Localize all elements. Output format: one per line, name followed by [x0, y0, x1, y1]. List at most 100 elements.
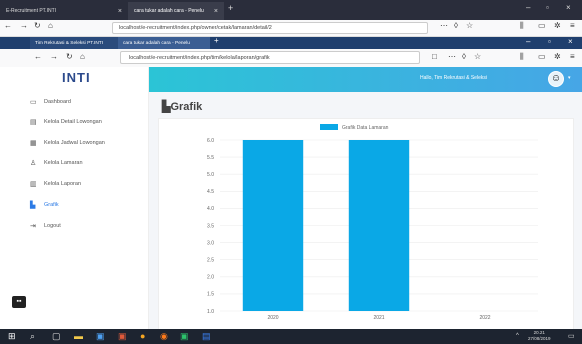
close-icon[interactable]: × [118, 8, 122, 15]
clock-date: 27/08/2019 [528, 336, 551, 341]
app-badge-icon[interactable]: ▪▪ [12, 296, 26, 308]
extension-icon[interactable]: ✲ [554, 21, 561, 30]
file-explorer-icon[interactable]: ▬ [74, 331, 83, 341]
system-clock[interactable]: 20.21 27/08/2019 [528, 330, 551, 342]
y-tick-label: 4.0 [207, 206, 214, 212]
x-tick-label: 2021 [373, 315, 384, 321]
y-tick-label: 2.5 [207, 258, 214, 264]
word-icon[interactable]: ▤ [202, 331, 211, 342]
y-tick-label: 5.0 [207, 172, 214, 178]
pocket-icon[interactable]: ◊ [462, 52, 466, 61]
inner-tab-search[interactable]: cara tukar adalah cara - Penelu [118, 37, 210, 49]
top-header [149, 67, 582, 92]
tab-title: cara tukar adalah cara - Penelu [123, 40, 190, 46]
minimize-icon[interactable]: – [526, 3, 530, 12]
search-icon[interactable]: ⌕ [30, 331, 35, 342]
sidebar-item-dashboard[interactable]: ▭ Dashboard [30, 96, 71, 108]
y-tick-label: 5.5 [207, 155, 214, 161]
outer-tab-search[interactable]: cara tukar adalah cara - Penelu × [128, 2, 224, 20]
legend-swatch [320, 124, 338, 130]
notification-icon[interactable]: ▭ [568, 332, 575, 340]
pocket-icon[interactable]: ◊ [454, 21, 458, 30]
page-title-text: Grafik [170, 101, 203, 113]
back-icon[interactable]: ← [34, 52, 42, 61]
app-green-icon[interactable]: ▣ [180, 331, 189, 342]
chevron-down-icon[interactable]: ▾ [568, 75, 571, 81]
inner-url-bar[interactable]: localhost/e-recruitment/index.php/tim/ke… [120, 51, 420, 64]
file-icon: ▤ [30, 119, 37, 126]
page-title: ▙Grafik [162, 100, 202, 113]
new-tab-icon[interactable]: + [228, 3, 233, 13]
reader-icon[interactable]: □ [432, 52, 437, 61]
library-icon[interactable]: ⫼ [520, 21, 524, 31]
close-window-icon[interactable]: × [566, 3, 571, 12]
minimize-icon[interactable]: – [526, 37, 530, 46]
hamburger-menu-icon[interactable]: ≡ [570, 52, 575, 61]
url-text: localhost/e-recruitment/index.php/owner/… [119, 25, 272, 31]
y-tick-label: 1.0 [207, 309, 214, 315]
outer-url-bar[interactable]: localhost/e-recruitment/index.php/owner/… [112, 22, 428, 34]
x-tick-label: 2020 [267, 315, 278, 321]
home-icon[interactable]: ⌂ [48, 21, 53, 30]
user-greeting[interactable]: Hallo, Tim Rekrutasi & Seleksi [420, 75, 487, 81]
sidebar-item-grafik[interactable]: ▙ Grafik [30, 199, 59, 211]
extension-icon[interactable]: ✲ [554, 52, 561, 61]
sidebar-item-label: Kelola Detail Lowongan [44, 119, 102, 125]
chart-bar [348, 140, 410, 311]
photoshop-icon[interactable]: ▣ [96, 331, 105, 342]
sidebar-item-kelola-laporan[interactable]: ▥ Kelola Laporan [30, 178, 81, 190]
bookmark-star-icon[interactable]: ☆ [474, 52, 481, 61]
maximize-icon[interactable]: ▫ [548, 37, 551, 46]
monitor-icon: ▭ [30, 99, 37, 106]
sidebar-item-kelola-lamaran[interactable]: ♙ Kelola Lamaran [30, 157, 83, 169]
bookmark-star-icon[interactable]: ☆ [466, 21, 473, 30]
y-tick-label: 1.5 [207, 292, 214, 298]
inner-tab-tim[interactable]: Tim Rekrutasi & Seleksi PT.INTI [30, 37, 118, 49]
windows-start-icon[interactable]: ⊞ [8, 331, 16, 342]
hamburger-menu-icon[interactable]: ≡ [570, 21, 575, 30]
close-icon[interactable]: × [214, 8, 218, 15]
app-logo[interactable]: INTI [62, 70, 91, 85]
menu-dots-icon[interactable]: ⋯ [448, 52, 456, 61]
x-tick-label: 2022 [479, 315, 490, 321]
back-icon[interactable]: ← [4, 21, 12, 30]
sidebar-item-label: Logout [44, 223, 61, 229]
sidebar-item-kelola-jadwal-lowongan[interactable]: ▦ Kelola Jadwal Lowongan [30, 137, 105, 149]
avatar[interactable]: ☺ [548, 71, 564, 87]
sidebar-icon[interactable]: ▭ [538, 21, 546, 30]
app-icon[interactable]: ▣ [118, 331, 127, 342]
outer-tab-erecruitment[interactable]: E-Recruitment PT.INTI × [0, 2, 128, 20]
maximize-icon[interactable]: ▫ [546, 3, 549, 12]
forward-icon[interactable]: → [50, 52, 58, 61]
tab-title: cara tukar adalah cara - Penelu [134, 8, 204, 14]
chrome-icon[interactable]: ● [140, 331, 145, 341]
reload-icon[interactable]: ↻ [66, 52, 73, 61]
person-icon: ♙ [30, 160, 37, 167]
taskbar [0, 329, 582, 344]
bar-chart: 1.0 1.5 2.0 2.5 3.0 3.5 4.0 4.5 5.0 5.5 6.0 2020 202… [207, 124, 538, 321]
close-window-icon[interactable]: × [568, 37, 573, 46]
new-tab-icon[interactable]: + [214, 36, 219, 45]
sidebar [0, 67, 149, 329]
forward-icon[interactable]: → [20, 21, 28, 30]
library-icon[interactable]: ⫼ [520, 52, 524, 62]
chart-bar [242, 140, 304, 311]
y-tick-label: 6.0 [207, 138, 214, 144]
menu-dots-icon[interactable]: ⋯ [440, 21, 448, 30]
tray-chevron-icon[interactable]: ^ [516, 333, 519, 339]
y-tick-label: 4.5 [207, 189, 214, 195]
sidebar-item-label: Kelola Laporan [44, 181, 82, 187]
y-tick-label: 3.5 [207, 223, 214, 229]
task-view-icon[interactable]: ▢ [52, 331, 61, 342]
home-icon[interactable]: ⌂ [80, 52, 85, 61]
sidebar-item-label: Kelola Lamaran [44, 160, 83, 166]
url-text: localhost/e-recruitment/index.php/tim/ke… [129, 54, 270, 61]
firefox-icon[interactable]: ◉ [160, 331, 168, 342]
sidebar-icon[interactable]: ▭ [538, 52, 546, 61]
sidebar-item-logout[interactable]: ⇥ Logout [30, 220, 61, 232]
reload-icon[interactable]: ↻ [34, 21, 41, 30]
sidebar-item-kelola-detail-lowongan[interactable]: ▤ Kelola Detail Lowongan [30, 116, 102, 128]
report-icon: ▥ [30, 181, 37, 188]
sidebar-item-label: Grafik [44, 202, 59, 208]
sidebar-item-label: Dashboard [44, 99, 71, 105]
